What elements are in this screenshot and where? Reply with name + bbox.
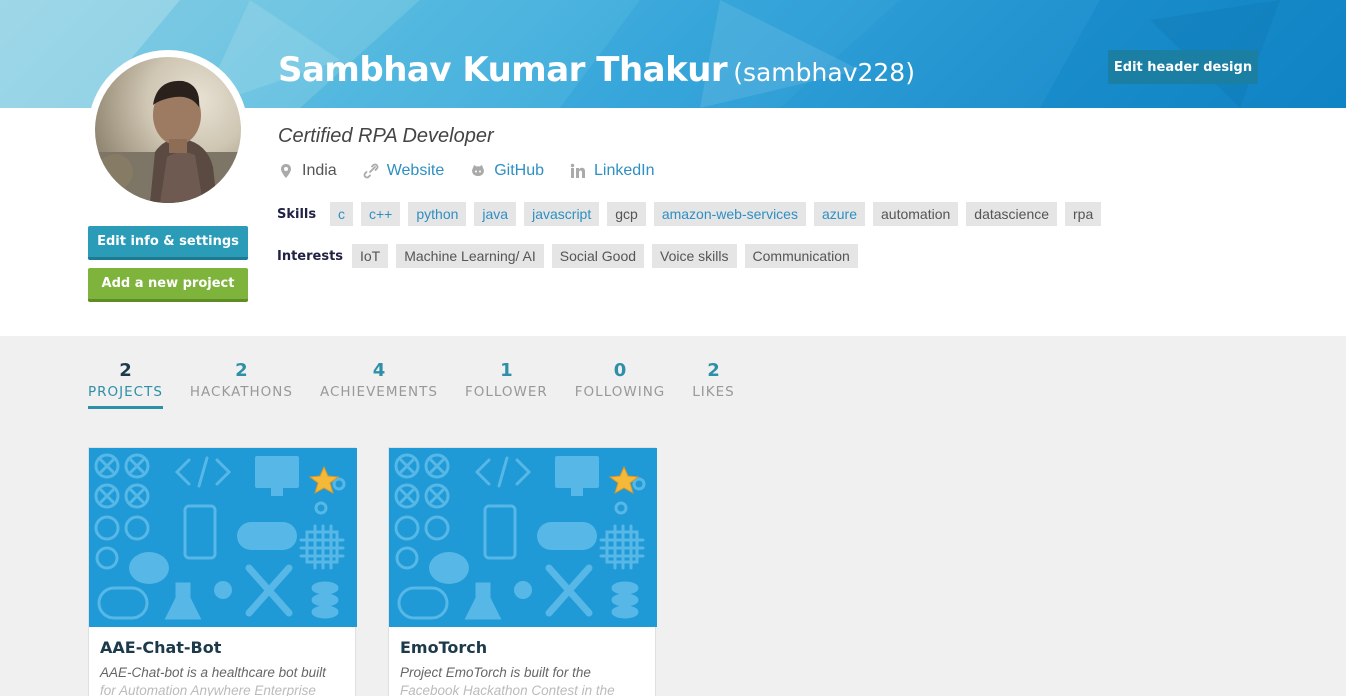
- add-new-project-button[interactable]: Add a new project: [88, 268, 248, 302]
- profile-links: India Website GitHub LinkedIn: [278, 162, 681, 180]
- linkedin-label: LinkedIn: [594, 162, 655, 179]
- github-label: GitHub: [494, 162, 545, 179]
- skill-tag[interactable]: datascience: [966, 202, 1058, 226]
- interest-tag[interactable]: Machine Learning/ AI: [396, 244, 544, 268]
- stat-label: PROJECTS: [88, 384, 163, 409]
- stat-count: 2: [119, 360, 132, 381]
- stat-count: 2: [707, 360, 720, 381]
- country-label: India: [302, 162, 337, 179]
- project-description-line: AAE-Chat-bot is a healthcare bot built: [100, 665, 326, 680]
- stat-count: 0: [613, 360, 627, 381]
- tab-projects[interactable]: 2 PROJECTS: [88, 360, 163, 409]
- country-item: India: [278, 162, 337, 180]
- stat-label: LIKES: [692, 384, 735, 400]
- skill-tag[interactable]: c: [330, 202, 353, 226]
- stat-label: FOLLOWER: [464, 384, 548, 400]
- skill-tag[interactable]: java: [474, 202, 517, 226]
- linkedin-icon: [570, 163, 586, 179]
- website-label: Website: [386, 162, 445, 179]
- profile-stats-tabs: 2 PROJECTS 2 HACKATHONS 4 ACHIEVEMENTS 1 FOLLOW…: [88, 360, 762, 409]
- interests-label: Interests: [277, 249, 344, 264]
- profile-tagline: Certified RPA Developer: [278, 125, 494, 147]
- skill-tag[interactable]: amazon-web-services: [653, 202, 806, 226]
- stat-label: ACHIEVEMENTS: [319, 384, 438, 400]
- avatar-photo: [95, 57, 241, 203]
- project-title[interactable]: AAE-Chat-Bot: [100, 638, 221, 657]
- profile-name: Sambhav Kumar Thakur: [278, 50, 728, 90]
- featured-star-icon: [608, 465, 640, 495]
- website-link[interactable]: Website: [363, 162, 445, 180]
- project-placeholder-pattern: [394, 453, 646, 620]
- location-pin-icon: [278, 163, 294, 179]
- tab-achievements[interactable]: 4 ACHIEVEMENTS: [320, 360, 438, 409]
- skill-tag[interactable]: javascript: [524, 202, 600, 226]
- skill-tag[interactable]: automation: [873, 202, 959, 226]
- skills-label: Skills: [277, 207, 317, 222]
- project-card[interactable]: AAE-Chat-Bot AAE-Chat-bot is a healthcar…: [88, 447, 357, 696]
- interests-list: IoT Machine Learning/ AI Social Good Voice …: [352, 244, 866, 268]
- skills-list: c c++ python java javascript gcp amazon-web-se…: [330, 202, 1109, 226]
- stat-label: HACKATHONS: [189, 384, 293, 400]
- project-thumbnail: [89, 448, 357, 627]
- interest-tag[interactable]: IoT: [352, 244, 389, 268]
- interest-tag[interactable]: Voice skills: [652, 244, 737, 268]
- skill-tag[interactable]: azure: [813, 202, 866, 226]
- link-icon: [363, 163, 379, 179]
- tab-likes[interactable]: 2 LIKES: [692, 360, 734, 409]
- project-description: Project EmoTorch is built for the Facebo…: [400, 664, 640, 696]
- featured-star-icon: [308, 465, 340, 495]
- linkedin-link[interactable]: LinkedIn: [570, 162, 655, 180]
- tab-following[interactable]: 0 FOLLOWING: [575, 360, 665, 409]
- stat-label: FOLLOWING: [574, 384, 666, 400]
- project-thumbnail: [389, 448, 657, 627]
- stat-count: 2: [235, 360, 248, 381]
- tab-hackathons[interactable]: 2 HACKATHONS: [190, 360, 293, 409]
- project-description-line: Facebook Hackathon Contest in the: [400, 683, 615, 696]
- interest-tag[interactable]: Social Good: [551, 244, 645, 268]
- skill-tag[interactable]: c++: [361, 202, 401, 226]
- edit-info-settings-button[interactable]: Edit info & settings: [88, 226, 248, 260]
- profile-name-line: Sambhav Kumar Thakur (sambhav228): [278, 50, 915, 90]
- stat-count: 4: [372, 360, 386, 381]
- skill-tag[interactable]: gcp: [607, 202, 646, 226]
- skill-tag[interactable]: python: [408, 202, 467, 226]
- project-placeholder-pattern: [94, 453, 346, 620]
- project-description-line: for Automation Anywhere Enterprise: [100, 683, 316, 696]
- skill-tag[interactable]: rpa: [1065, 202, 1102, 226]
- github-icon: [470, 163, 486, 179]
- avatar[interactable]: [88, 50, 248, 210]
- project-title[interactable]: EmoTorch: [400, 638, 487, 657]
- tab-follower[interactable]: 1 FOLLOWER: [465, 360, 548, 409]
- project-card[interactable]: EmoTorch Project EmoTorch is built for t…: [388, 447, 657, 696]
- project-description: AAE-Chat-bot is a healthcare bot built f…: [100, 664, 340, 696]
- project-description-line: Project EmoTorch is built for the: [400, 665, 591, 680]
- profile-handle: (sambhav228): [733, 58, 915, 87]
- edit-header-design-button[interactable]: Edit header design: [1108, 50, 1258, 84]
- interest-tag[interactable]: Communication: [744, 244, 858, 268]
- github-link[interactable]: GitHub: [470, 162, 544, 180]
- stat-count: 1: [500, 360, 513, 381]
